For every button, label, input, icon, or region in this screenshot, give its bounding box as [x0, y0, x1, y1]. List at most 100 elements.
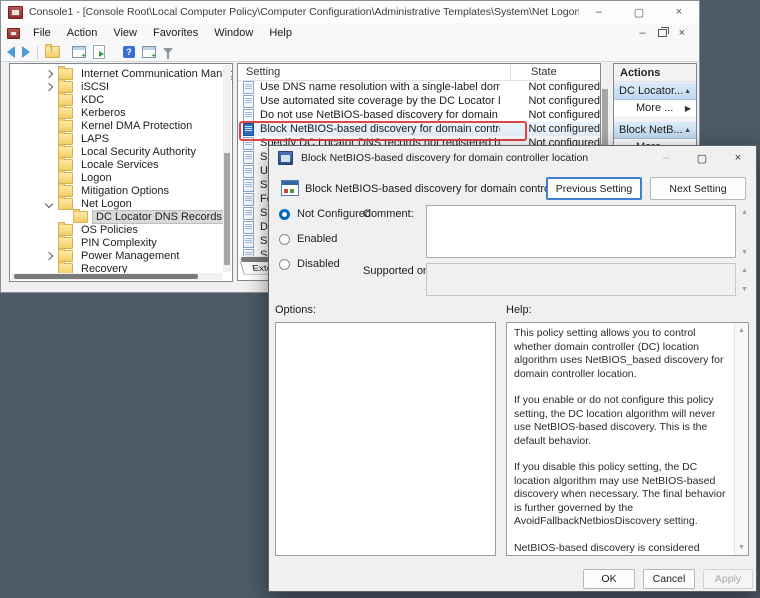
menu-favorites[interactable]: Favorites [145, 27, 206, 39]
menu-bar: File Action View Favorites Window Help – × [1, 23, 699, 44]
tree-item-local-security-authority[interactable]: Local Security Authority [10, 143, 199, 158]
tree-vertical-scrollbar[interactable] [223, 65, 231, 272]
help-panel: This policy setting allows you to contro… [506, 322, 749, 556]
dialog-title: Block NetBIOS-based discovery for domain… [301, 152, 589, 164]
menu-help[interactable]: Help [261, 27, 300, 39]
filter-icon[interactable] [163, 47, 173, 59]
column-header-setting[interactable]: Setting [238, 66, 510, 78]
actions-group-dc-locator[interactable]: DC Locator... ▲ [614, 82, 696, 100]
radio-button-icon[interactable] [279, 208, 290, 220]
scroll-down-icon[interactable]: ▼ [741, 249, 748, 256]
back-icon[interactable] [7, 46, 15, 58]
radio-enabled[interactable]: Enabled [279, 233, 337, 245]
mdi-minimize-icon[interactable]: – [639, 27, 645, 39]
setting-row[interactable]: Use automated site coverage by the DC Lo… [238, 94, 600, 108]
dialog-titlebar: Block NetBIOS-based discovery for domain… [269, 146, 756, 170]
chevron-right-icon[interactable] [44, 82, 54, 91]
console-tree-icon[interactable] [142, 46, 156, 60]
tree-item-locale-services[interactable]: Locale Services [10, 156, 162, 171]
supported-on-label: Supported on: [363, 265, 433, 277]
console-child-icon [7, 27, 20, 39]
window-title: Console1 - [Console Root\Local Computer … [29, 6, 579, 18]
setting-state: Not configured [528, 81, 600, 93]
forward-icon[interactable] [22, 46, 30, 58]
setting-name: Use automated site coverage by the DC Lo… [260, 95, 500, 107]
menu-window[interactable]: Window [206, 27, 261, 39]
setting-row[interactable]: Block NetBIOS-based discovery for domain… [238, 122, 600, 136]
tree-item-power-management[interactable]: Power Management [10, 247, 182, 262]
policy-document-icon [243, 192, 254, 206]
policy-document-icon [243, 234, 254, 248]
actions-item-more-1[interactable]: More ... ▶ [614, 100, 696, 116]
toolbar: ? [1, 43, 699, 62]
ok-button[interactable]: OK [583, 569, 635, 589]
chevron-down-icon[interactable] [44, 199, 54, 208]
mdi-child-controls: – × [639, 27, 699, 39]
tree-item-dc-locator-dns-records[interactable]: DC Locator DNS Records [10, 208, 226, 224]
tree-item-internet-communication-managem[interactable]: Internet Communication Managem [10, 65, 232, 80]
previous-setting-button[interactable]: Previous Setting [546, 177, 642, 200]
radio-button-icon[interactable] [279, 233, 290, 245]
scroll-down-icon[interactable]: ▼ [738, 544, 745, 551]
tree-horizontal-scrollbar[interactable] [11, 273, 222, 280]
radio-button-icon[interactable] [279, 258, 290, 270]
tree-item-pin-complexity[interactable]: PIN Complexity [10, 234, 160, 249]
console-app-icon [8, 5, 23, 19]
column-headers: Setting State [238, 64, 600, 81]
dialog-minimize-icon: – [662, 152, 670, 164]
maximize-icon[interactable]: ▢ [619, 1, 659, 23]
tree-item-label: Local Security Authority [81, 145, 196, 158]
mdi-restore-icon[interactable] [657, 27, 669, 37]
policy-document-icon [243, 136, 254, 150]
apply-button[interactable]: Apply [703, 569, 753, 589]
close-icon[interactable]: × [659, 1, 699, 23]
column-header-state[interactable]: State [510, 64, 600, 80]
setting-state: Not configured [528, 109, 600, 121]
policy-document-icon [243, 80, 254, 94]
tree-item-label: Net Logon [81, 197, 132, 210]
tree-item-kerberos[interactable]: Kerberos [10, 104, 129, 119]
export-list-icon[interactable] [93, 45, 105, 59]
policy-document-icon [243, 94, 254, 108]
scroll-down-icon: ▼ [741, 286, 748, 293]
scroll-up-icon[interactable]: ▲ [741, 209, 748, 216]
dialog-close-icon[interactable]: × [720, 146, 756, 170]
help-scrollbar[interactable]: ▲ ▼ [734, 323, 748, 555]
window-titlebar: Console1 - [Console Root\Local Computer … [1, 1, 699, 24]
tree-item-label: OS Policies [81, 223, 138, 236]
show-hide-console-tree-icon[interactable] [72, 46, 86, 60]
up-one-level-icon[interactable] [45, 44, 60, 58]
collapse-arrow-icon[interactable]: ▲ [684, 127, 691, 134]
tree-item-mitigation-options[interactable]: Mitigation Options [10, 182, 172, 197]
chevron-right-icon[interactable] [44, 251, 54, 260]
menu-view[interactable]: View [105, 27, 145, 39]
setting-row[interactable]: Use DNS name resolution with a single-la… [238, 80, 600, 94]
dialog-maximize-icon[interactable]: ▢ [684, 146, 720, 170]
supported-on-field [426, 263, 736, 296]
setting-state: Not configured [528, 95, 600, 107]
menu-file[interactable]: File [25, 27, 59, 39]
radio-not-configured[interactable]: Not Configured [279, 208, 371, 220]
setting-row[interactable]: Do not use NetBIOS-based discovery for d… [238, 108, 600, 122]
collapse-arrow-icon[interactable]: ▲ [684, 88, 691, 95]
scroll-up-icon[interactable]: ▲ [738, 327, 745, 334]
help-icon[interactable]: ? [123, 46, 135, 58]
tree-item-label: Kernel DMA Protection [81, 119, 193, 132]
chevron-right-icon[interactable] [44, 69, 54, 78]
policy-setting-icon [281, 180, 299, 196]
cancel-button[interactable]: Cancel [643, 569, 695, 589]
dialog-app-icon [278, 151, 293, 165]
comment-input[interactable] [426, 205, 736, 258]
minimize-icon[interactable]: – [579, 1, 619, 23]
actions-group-block-netbios[interactable]: Block NetB... ▲ [614, 121, 696, 139]
scroll-up-icon: ▲ [741, 267, 748, 274]
tree-item-kernel-dma-protection[interactable]: Kernel DMA Protection [10, 117, 195, 132]
tree-item-os-policies[interactable]: OS Policies [10, 221, 141, 236]
policy-document-icon [243, 178, 254, 192]
next-setting-button[interactable]: Next Setting [650, 177, 746, 200]
policy-setting-dialog: Block NetBIOS-based discovery for domain… [268, 145, 757, 592]
radio-disabled[interactable]: Disabled [279, 258, 340, 270]
tree-item-label: Mitigation Options [81, 184, 170, 197]
mdi-close-icon[interactable]: × [679, 27, 685, 39]
menu-action[interactable]: Action [59, 27, 106, 39]
